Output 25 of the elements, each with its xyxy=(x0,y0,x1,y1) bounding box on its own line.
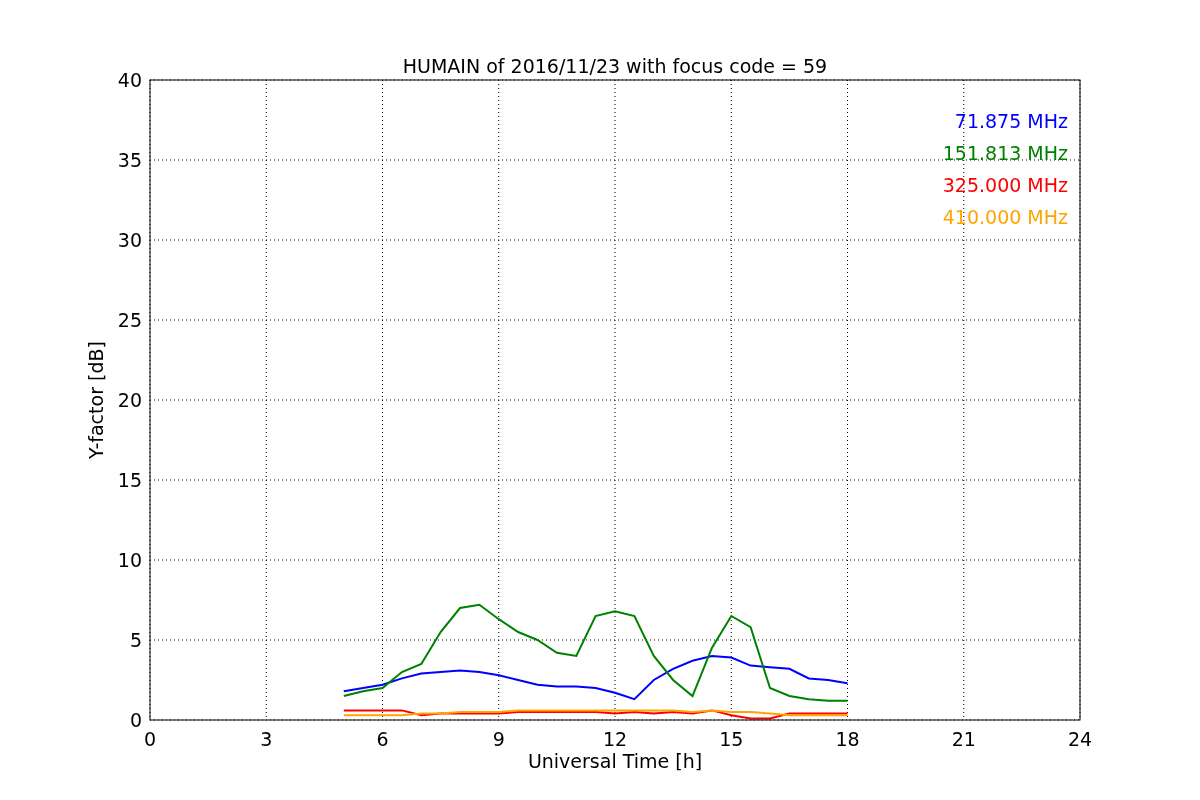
legend-entry: 325.000 MHz xyxy=(942,174,1068,196)
y-tick-label: 15 xyxy=(117,469,142,491)
x-tick-label: 3 xyxy=(260,728,273,750)
x-tick-label: 21 xyxy=(951,728,976,750)
y-tick-label: 35 xyxy=(117,149,142,171)
legend-entry: 71.875 MHz xyxy=(954,110,1068,132)
y-tick-label: 0 xyxy=(129,709,142,731)
legend-entry: 151.813 MHz xyxy=(942,142,1068,164)
x-tick-label: 12 xyxy=(602,728,628,750)
y-axis-label: Y-factor [dB] xyxy=(85,341,107,459)
y-tick-label: 20 xyxy=(117,389,142,411)
x-axis-label: Universal Time [h] xyxy=(527,750,703,772)
x-tick-label: 6 xyxy=(376,728,389,750)
y-tick-label: 5 xyxy=(129,629,142,651)
y-tick-label: 40 xyxy=(117,69,142,91)
y-tick-label: 25 xyxy=(117,309,142,331)
legend-entry: 410.000 MHz xyxy=(942,206,1068,228)
x-tick-label: 24 xyxy=(1067,728,1093,750)
x-tick-label: 18 xyxy=(835,728,860,750)
y-tick-label: 10 xyxy=(117,549,142,571)
x-tick-label: 15 xyxy=(719,728,744,750)
x-tick-label: 9 xyxy=(492,728,505,750)
x-tick-label: 0 xyxy=(143,728,157,750)
chart-title: HUMAIN of 2016/11/23 with focus code = 59 xyxy=(402,55,828,77)
y-tick-label: 30 xyxy=(117,229,142,251)
